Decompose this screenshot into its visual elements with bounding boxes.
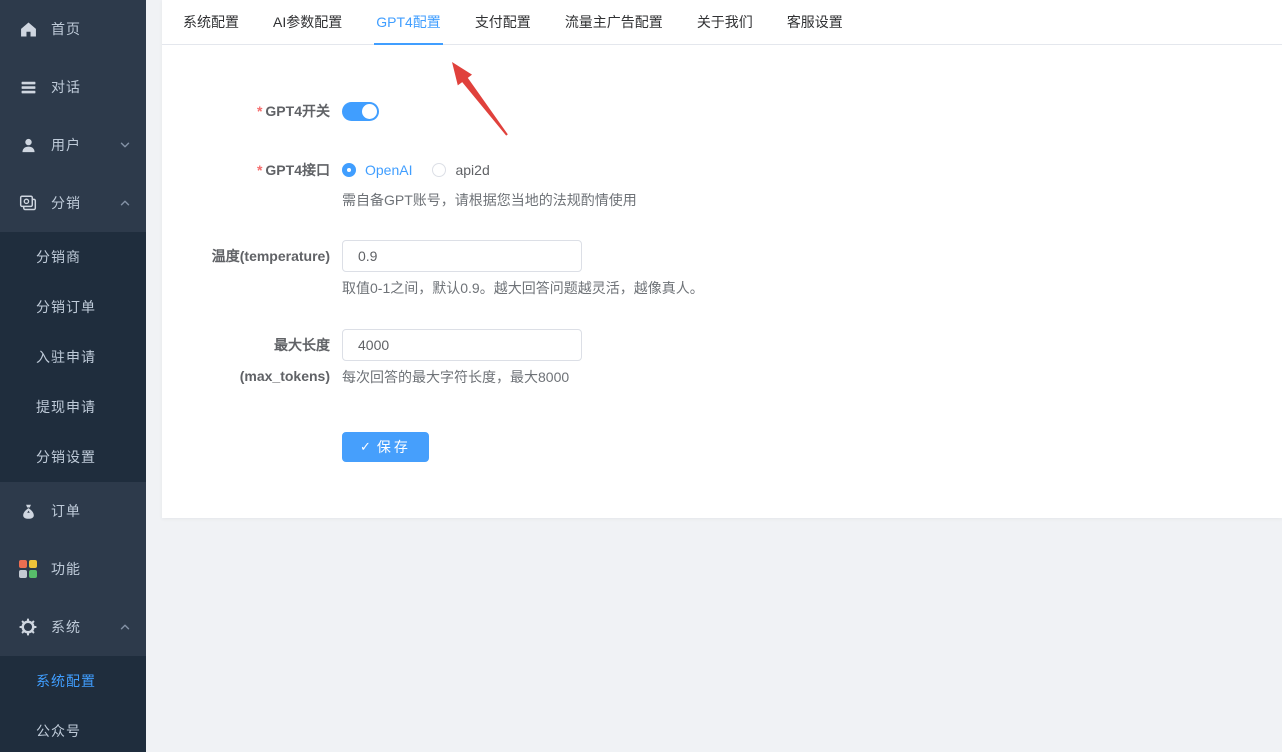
- sidebar-item-home[interactable]: 首页: [0, 0, 146, 58]
- sub-item-label: 分销订单: [36, 297, 96, 317]
- radio-label: api2d: [455, 162, 489, 178]
- chevron-up-icon: [119, 621, 131, 633]
- sidebar-item-label: 功能: [51, 559, 81, 579]
- save-row: ✓ 保存: [162, 432, 1282, 462]
- home-icon: [18, 19, 38, 39]
- check-icon: ✓: [360, 439, 371, 455]
- settings-tabs: 系统配置 AI参数配置 GPT4配置 支付配置 流量主广告配置 关于我们 客服设…: [162, 0, 1282, 45]
- sidebar-item-system[interactable]: 系统: [0, 598, 146, 656]
- sidebar-item-distribution[interactable]: 分销: [0, 174, 146, 232]
- sidebar: 首页 对话 用户 分销 分销商 分销订单 入驻申请: [0, 0, 146, 752]
- tab-label: 支付配置: [475, 12, 531, 32]
- sub-item-label: 分销商: [36, 247, 81, 267]
- radio-openai[interactable]: OpenAI: [342, 162, 412, 178]
- settings-card: 系统配置 AI参数配置 GPT4配置 支付配置 流量主广告配置 关于我们 客服设…: [162, 0, 1282, 518]
- tab-label: GPT4配置: [376, 12, 441, 32]
- radio-dot-icon: [342, 163, 356, 177]
- distribution-submenu: 分销商 分销订单 入驻申请 提现申请 分销设置: [0, 232, 146, 482]
- sub-item-label: 系统配置: [36, 671, 96, 691]
- tab-label: AI参数配置: [273, 12, 342, 32]
- gpt4-config-form: *GPT4开关 *GPT4接口 OpenAI api2d: [162, 45, 1282, 462]
- sidebar-item-join-applications[interactable]: 入驻申请: [0, 332, 146, 382]
- max-length-tip: 每次回答的最大字符长度，最大8000: [342, 367, 1282, 387]
- list-icon: [18, 77, 38, 97]
- gpt4-api-tip: 需自备GPT账号，请根据您当地的法规酌情使用: [342, 190, 1282, 210]
- sidebar-item-distributors[interactable]: 分销商: [0, 232, 146, 282]
- temperature-input[interactable]: [342, 240, 582, 272]
- sidebar-item-chat[interactable]: 对话: [0, 58, 146, 116]
- system-submenu: 系统配置 公众号: [0, 656, 146, 752]
- tab-label: 流量主广告配置: [565, 12, 663, 32]
- moneybag-icon: [18, 501, 38, 521]
- max-length-row: 最大长度 (max_tokens) 每次回答的最大字符长度，最大8000: [162, 329, 1282, 387]
- sidebar-item-label: 对话: [51, 77, 81, 97]
- sidebar-item-official-account[interactable]: 公众号: [0, 706, 146, 752]
- tab-gpt4-config[interactable]: GPT4配置: [376, 0, 441, 44]
- gpt4-api-row: *GPT4接口 OpenAI api2d 需自备GPT账号，请根据您当地的法规酌…: [162, 150, 1282, 210]
- save-button[interactable]: ✓ 保存: [342, 432, 429, 462]
- tab-label: 系统配置: [183, 12, 239, 32]
- sidebar-item-withdraw-applications[interactable]: 提现申请: [0, 382, 146, 432]
- sidebar-item-system-config[interactable]: 系统配置: [0, 656, 146, 706]
- user-icon: [18, 135, 38, 155]
- sidebar-item-users[interactable]: 用户: [0, 116, 146, 174]
- max-length-input[interactable]: [342, 329, 582, 361]
- toggle-knob: [362, 104, 377, 119]
- gpt4-switch-label: *GPT4开关: [162, 91, 342, 131]
- temperature-label: 温度(temperature): [162, 240, 342, 298]
- sidebar-item-label: 订单: [51, 501, 81, 521]
- grid-icon: [18, 559, 38, 579]
- tab-label: 关于我们: [697, 12, 753, 32]
- gpt4-switch-toggle[interactable]: [342, 102, 379, 121]
- sub-item-label: 公众号: [36, 721, 81, 741]
- radio-label: OpenAI: [365, 162, 412, 178]
- required-mark: *: [257, 103, 262, 119]
- save-button-label: 保存: [377, 437, 411, 457]
- sidebar-item-label: 分销: [51, 193, 81, 213]
- gpt4-api-label: *GPT4接口: [162, 150, 342, 210]
- tab-system-config[interactable]: 系统配置: [183, 0, 239, 44]
- sub-item-label: 入驻申请: [36, 347, 96, 367]
- sub-item-label: 提现申请: [36, 397, 96, 417]
- sidebar-item-orders[interactable]: 订单: [0, 482, 146, 540]
- tab-payment-config[interactable]: 支付配置: [475, 0, 531, 44]
- sidebar-item-distribution-settings[interactable]: 分销设置: [0, 432, 146, 482]
- cards-icon: [18, 193, 38, 213]
- sidebar-item-distribution-orders[interactable]: 分销订单: [0, 282, 146, 332]
- radio-dot-icon: [432, 163, 446, 177]
- sub-item-label: 分销设置: [36, 447, 96, 467]
- sidebar-item-label: 系统: [51, 617, 81, 637]
- temperature-tip: 取值0-1之间，默认0.9。越大回答问题越灵活，越像真人。: [342, 278, 1282, 298]
- gear-icon: [18, 617, 38, 637]
- sidebar-item-label: 用户: [51, 135, 81, 155]
- chevron-down-icon: [119, 139, 131, 151]
- required-mark: *: [257, 162, 262, 178]
- radio-api2d[interactable]: api2d: [432, 162, 489, 178]
- sidebar-item-label: 首页: [51, 19, 81, 39]
- temperature-row: 温度(temperature) 取值0-1之间，默认0.9。越大回答问题越灵活，…: [162, 240, 1282, 298]
- tab-customer-service[interactable]: 客服设置: [787, 0, 843, 44]
- tab-about-us[interactable]: 关于我们: [697, 0, 753, 44]
- chevron-up-icon: [119, 197, 131, 209]
- tab-ai-params[interactable]: AI参数配置: [273, 0, 342, 44]
- max-length-label: 最大长度 (max_tokens): [162, 329, 342, 387]
- tab-label: 客服设置: [787, 12, 843, 32]
- main-area: 系统配置 AI参数配置 GPT4配置 支付配置 流量主广告配置 关于我们 客服设…: [146, 0, 1282, 752]
- tab-traffic-ad-config[interactable]: 流量主广告配置: [565, 0, 663, 44]
- gpt4-switch-row: *GPT4开关: [162, 91, 1282, 131]
- sidebar-item-features[interactable]: 功能: [0, 540, 146, 598]
